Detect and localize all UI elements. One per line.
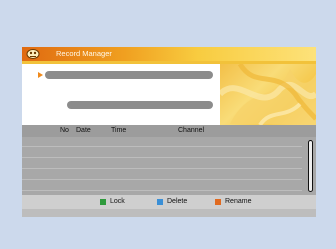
- list-scrollbar[interactable]: [308, 140, 313, 192]
- blue-key-icon: [157, 199, 163, 205]
- preview-thumbnail: [220, 64, 316, 125]
- list-row-divider: [22, 146, 302, 147]
- list-row-divider: [22, 179, 302, 180]
- column-date: Date: [76, 127, 91, 134]
- lock-label: Lock: [110, 198, 125, 205]
- record-manager-window: Record Manager No Date Time Channel Lock: [22, 47, 316, 217]
- recording-list[interactable]: [22, 137, 316, 195]
- recording-name-field[interactable]: [45, 71, 213, 79]
- green-key-icon: [100, 199, 106, 205]
- page-title: Record Manager: [56, 49, 112, 58]
- list-row-divider: [22, 190, 302, 191]
- title-bar: Record Manager: [22, 47, 316, 61]
- recording-info-field: [67, 101, 213, 109]
- record-manager-icon: [26, 49, 40, 59]
- list-header: No Date Time Channel: [22, 125, 316, 137]
- delete-label: Delete: [167, 198, 188, 205]
- column-no: No: [60, 127, 69, 134]
- rename-label: Rename: [225, 198, 252, 205]
- list-row-divider: [22, 168, 302, 169]
- function-key-legend: Lock Delete Rename: [22, 195, 316, 209]
- list-row-divider: [22, 157, 302, 158]
- selection-arrow-icon: [38, 72, 43, 78]
- column-channel: Channel: [178, 127, 205, 134]
- column-time: Time: [111, 127, 127, 134]
- bottom-bar: [22, 209, 316, 217]
- orange-key-icon: [215, 199, 221, 205]
- preview-pattern-icon: [220, 64, 316, 125]
